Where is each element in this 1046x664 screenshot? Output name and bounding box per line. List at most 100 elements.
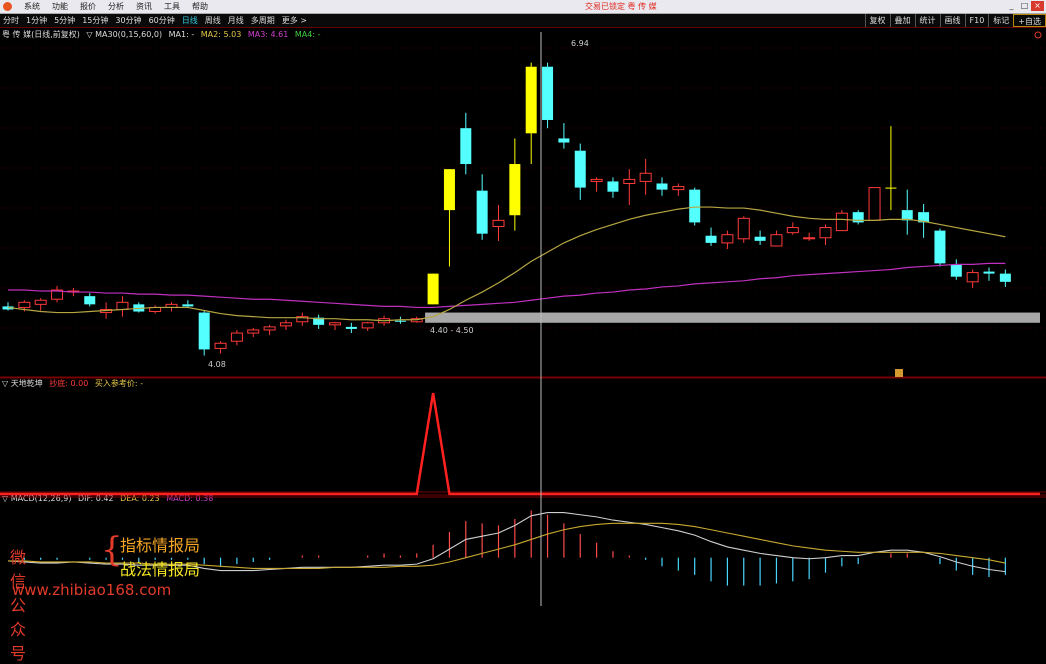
period-tab-weekly[interactable]: 周线	[205, 15, 221, 26]
close-button[interactable]: ×	[1031, 1, 1044, 11]
moving-averages	[7, 206, 1006, 322]
menu-item-help[interactable]: 帮助	[192, 1, 208, 12]
candle-body	[819, 227, 832, 239]
menu-item-quote[interactable]: 报价	[80, 1, 96, 12]
candle-body	[966, 272, 979, 283]
period-tab-timeshare[interactable]: 分时	[3, 15, 19, 26]
app-logo-icon	[3, 2, 12, 11]
candle-body	[492, 219, 505, 228]
support-band-rect	[425, 312, 1041, 323]
candle-body	[803, 237, 816, 240]
candle-body	[460, 128, 472, 165]
period-tab-60min[interactable]: 60分钟	[149, 15, 175, 26]
main-menu: 系统 功能 报价 分析 资讯 工具 帮助	[0, 0, 220, 13]
candle-body	[329, 322, 341, 326]
candle-body	[263, 326, 276, 331]
maximize-button[interactable]: □	[1018, 1, 1031, 11]
candle-body	[705, 235, 717, 243]
watermark-line2: 战法情报局	[120, 560, 201, 579]
candle-body	[361, 322, 374, 329]
period-tab-monthly[interactable]: 月线	[228, 15, 244, 26]
period-tab-5min[interactable]: 5分钟	[54, 15, 75, 26]
ma-short-line	[7, 206, 1006, 322]
candle-body	[983, 271, 995, 274]
period-tab-multi[interactable]: 多周期	[251, 15, 275, 26]
candle-body	[885, 187, 897, 189]
overlay-button[interactable]: 叠加	[889, 14, 915, 27]
candle-body	[721, 234, 734, 244]
signal-line	[0, 392, 1040, 496]
candle-body	[950, 264, 962, 277]
candle-body	[754, 236, 766, 241]
candle-body	[689, 189, 701, 223]
watermark-line1: 指标情报局	[120, 536, 201, 555]
candle-body	[279, 322, 292, 327]
draw-line-button[interactable]: 画线	[939, 14, 965, 27]
candle-body	[116, 301, 129, 310]
candle-body	[525, 66, 537, 134]
candle-body	[230, 332, 243, 342]
candle-body	[835, 212, 848, 232]
add-favorite-button[interactable]: +自选	[1013, 14, 1046, 27]
high-price-annotation: 6.94	[571, 39, 589, 48]
candle-body	[558, 138, 570, 143]
panel-settings-icon[interactable]	[1034, 31, 1042, 39]
candle-body	[394, 320, 406, 322]
candle-body	[770, 234, 783, 247]
candle-body	[247, 329, 260, 334]
period-tab-30min[interactable]: 30分钟	[115, 15, 141, 26]
window-title: 交易已锁定 粤 传 媒	[585, 2, 657, 11]
stats-button[interactable]: 统计	[914, 14, 940, 27]
candle-body	[574, 150, 586, 188]
minimize-button[interactable]: _	[1005, 1, 1018, 11]
candle-body	[345, 326, 357, 329]
candle-body	[737, 217, 750, 240]
candle-body	[476, 190, 488, 234]
adjust-button[interactable]: 复权	[864, 14, 890, 27]
watermark-url: www.zhibiao168.com	[12, 581, 172, 599]
candle-body	[214, 342, 227, 349]
f10-button[interactable]: F10	[964, 14, 989, 27]
toolbar-right-buttons: 复权 叠加 统计 画线 F10 标记 +自选	[864, 14, 1046, 27]
candle-body	[934, 230, 946, 264]
candle-body	[672, 186, 685, 191]
menu-item-news[interactable]: 资讯	[136, 1, 152, 12]
candlestick-series	[2, 62, 1011, 356]
candle-body	[542, 66, 554, 120]
candle-body	[656, 183, 668, 190]
band-annotation: 4.40 - 4.50	[430, 326, 474, 335]
menu-item-tools[interactable]: 工具	[164, 1, 180, 12]
support-band	[425, 312, 1041, 323]
candle-body	[198, 312, 210, 350]
period-tab-1min[interactable]: 1分钟	[26, 15, 47, 26]
candle-body	[639, 172, 652, 182]
menu-item-function[interactable]: 功能	[52, 1, 68, 12]
candle-body	[427, 273, 439, 305]
period-tab-daily[interactable]: 日线	[182, 15, 198, 26]
candle-body	[34, 299, 47, 305]
candle-body	[182, 304, 194, 307]
event-marker-icon[interactable]	[895, 369, 903, 377]
candle-body	[868, 187, 881, 221]
period-tab-more[interactable]: 更多 >	[282, 15, 307, 26]
candle-body	[18, 301, 31, 308]
menu-item-system[interactable]: 系统	[24, 1, 40, 12]
candle-body	[509, 164, 521, 216]
candle-body	[999, 273, 1011, 282]
period-tab-15min[interactable]: 15分钟	[82, 15, 108, 26]
candle-body	[607, 181, 619, 192]
ma-long-line	[8, 262, 1006, 309]
candle-body	[786, 227, 799, 234]
watermark-wechat-label: 微信公众号	[10, 548, 27, 663]
chart-area[interactable]: 6.94 4.08 4.40 - 4.50	[0, 28, 1046, 608]
title-bar: 系统 功能 报价 分析 资讯 工具 帮助 交易已锁定 粤 传 媒 _ □ ×	[0, 0, 1046, 14]
candle-body	[443, 169, 455, 211]
menu-item-analysis[interactable]: 分析	[108, 1, 124, 12]
chart-grid	[0, 47, 1046, 498]
window-controls: _ □ ×	[1005, 1, 1044, 11]
candle-body	[623, 178, 636, 184]
candle-body	[84, 296, 96, 305]
low-price-annotation: 4.08	[208, 360, 226, 369]
mark-button[interactable]: 标记	[988, 14, 1013, 27]
signal-panel	[0, 392, 1040, 496]
